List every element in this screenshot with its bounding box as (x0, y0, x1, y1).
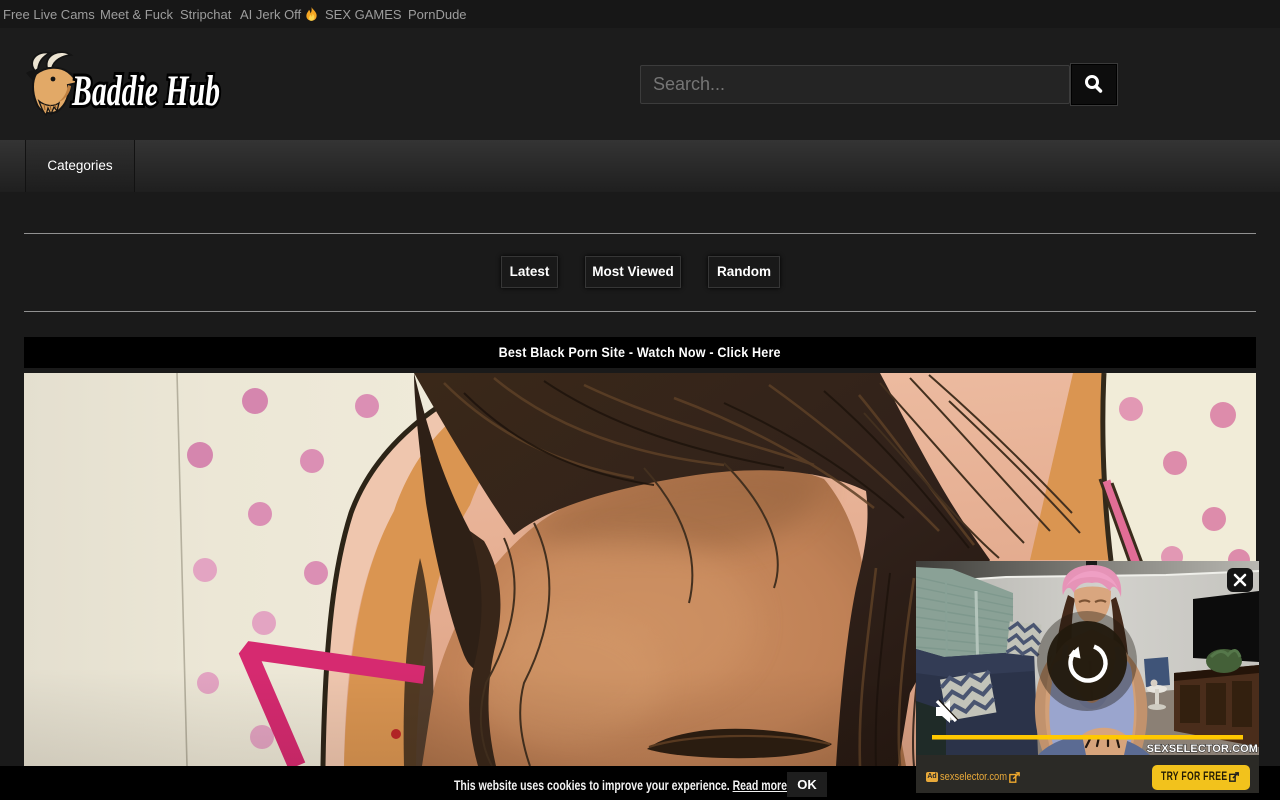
svg-text:Baddie Hub: Baddie Hub (71, 68, 220, 115)
svg-text:SEXSELECTOR.COM: SEXSELECTOR.COM (1147, 743, 1258, 755)
